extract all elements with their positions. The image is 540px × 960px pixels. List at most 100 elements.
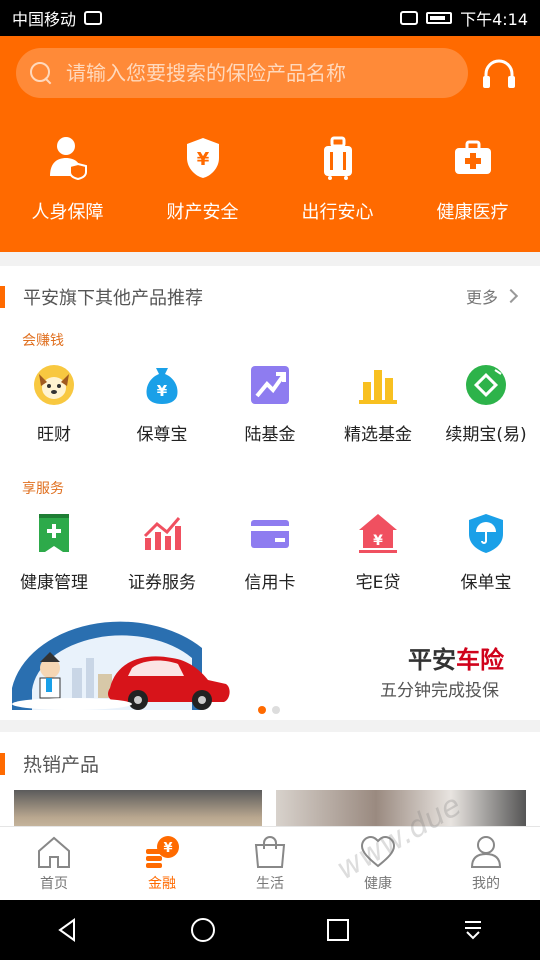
dog-icon <box>34 365 74 405</box>
health-book-icon <box>39 514 69 552</box>
subheading-service: 享服务 <box>22 481 64 497</box>
carrier-label: 中国移动 <box>12 10 77 29</box>
svg-text:¥: ¥ <box>196 149 209 170</box>
carousel-dot-active[interactable] <box>258 706 266 714</box>
umbrella-shield-icon <box>469 514 503 553</box>
home-circle-icon[interactable] <box>189 916 217 944</box>
stock-chart-icon <box>143 517 181 550</box>
service-credit-card[interactable]: 信用卡 <box>216 512 324 593</box>
tab-life[interactable]: 生活 <box>216 827 324 900</box>
service-label: 信用卡 <box>244 573 296 593</box>
product-label: 保尊宝 <box>136 425 188 445</box>
renew-icon <box>466 365 506 405</box>
hot-products-section: 热销产品 <box>0 732 540 832</box>
top-categories: 人身保障 ¥ 财产安全 出行安心 健康医疗 <box>0 136 540 224</box>
svg-text:¥: ¥ <box>157 382 168 400</box>
service-row: 健康管理 证券服务 信用卡 ¥ 宅E贷 保单宝 <box>0 512 540 593</box>
bottom-tab-bar: 首页 ¥ 金融 生活 健康 我的 <box>0 826 540 900</box>
tab-label: 我的 <box>472 875 500 892</box>
section-header: 热销产品 <box>0 750 99 777</box>
clock-label: 下午4:14 <box>460 10 528 29</box>
tab-label: 生活 <box>256 875 284 892</box>
status-bar: 中国移动 下午4:14 <box>0 0 540 36</box>
recommend-section: 平安旗下其他产品推荐 更多 会赚钱 旺财 ¥ 保尊宝 陆基金 精选基金 续期宝(… <box>0 266 540 720</box>
chart-up-icon <box>251 366 289 404</box>
service-label: 保单宝 <box>460 573 512 593</box>
heart-icon <box>360 835 396 867</box>
banner-title-highlight: 车险 <box>456 646 504 674</box>
shopping-bag-icon <box>254 835 286 868</box>
banner-illustration <box>12 621 230 710</box>
product-wangcai[interactable]: 旺财 <box>0 364 108 445</box>
product-label: 陆基金 <box>244 425 296 445</box>
section-accent <box>0 752 5 775</box>
service-home-loan[interactable]: ¥ 宅E贷 <box>324 512 432 593</box>
svg-text:¥: ¥ <box>163 841 172 856</box>
category-person[interactable]: 人身保障 <box>0 136 135 224</box>
service-health[interactable]: 健康管理 <box>0 512 108 593</box>
product-label: 续期宝(易) <box>445 425 527 445</box>
section-accent <box>0 286 5 308</box>
chevron-right-icon <box>503 288 519 304</box>
category-label: 财产安全 <box>166 202 239 223</box>
service-label: 宅E贷 <box>355 573 401 593</box>
headset-icon[interactable] <box>482 58 516 90</box>
car-insurance-banner[interactable]: 平安车险 五分钟完成投保 <box>0 618 540 718</box>
earn-row: 旺财 ¥ 保尊宝 陆基金 精选基金 续期宝(易) <box>0 364 540 445</box>
tab-me[interactable]: 我的 <box>432 827 540 900</box>
banner-title-prefix: 平安 <box>408 646 456 674</box>
service-securities[interactable]: 证券服务 <box>108 512 216 593</box>
recents-icon[interactable] <box>324 916 352 944</box>
category-label: 出行安心 <box>301 202 374 223</box>
tab-health[interactable]: 健康 <box>324 827 432 900</box>
banner-subtitle: 五分钟完成投保 <box>380 681 499 701</box>
system-nav-bar <box>0 900 540 960</box>
category-property[interactable]: ¥ 财产安全 <box>135 136 270 224</box>
money-bag-icon: ¥ <box>146 368 178 404</box>
more-link[interactable]: 更多 <box>465 284 519 308</box>
more-label: 更多 <box>465 288 498 307</box>
product-renewal[interactable]: 续期宝(易) <box>432 364 540 445</box>
carousel-dot[interactable] <box>272 706 280 714</box>
search-input[interactable] <box>66 61 446 85</box>
section-header: 平安旗下其他产品推荐 更多 <box>0 284 540 310</box>
service-label: 健康管理 <box>20 573 88 593</box>
service-policy[interactable]: 保单宝 <box>432 512 540 593</box>
bar-chart-icon <box>359 370 397 404</box>
tab-label: 金融 <box>148 875 176 892</box>
product-lufund[interactable]: 陆基金 <box>216 364 324 445</box>
banner-title: 平安车险 <box>408 640 504 675</box>
wifi-icon <box>400 11 419 25</box>
category-travel[interactable]: 出行安心 <box>270 136 405 224</box>
search-icon <box>30 62 52 84</box>
product-baozunbao[interactable]: ¥ 保尊宝 <box>108 364 216 445</box>
tab-label: 健康 <box>364 875 392 892</box>
tab-finance[interactable]: ¥ 金融 <box>108 827 216 900</box>
home-icon <box>38 836 70 868</box>
notification-pull-icon[interactable] <box>459 916 487 944</box>
section-title: 热销产品 <box>23 754 100 776</box>
yen-shield-icon: ¥ <box>186 138 219 178</box>
credit-card-icon <box>251 520 289 548</box>
notification-icon <box>84 11 103 25</box>
product-selected-fund[interactable]: 精选基金 <box>324 364 432 445</box>
subheading-earn: 会赚钱 <box>22 333 64 349</box>
product-label: 精选基金 <box>344 425 412 445</box>
carousel-indicator <box>258 706 280 714</box>
svg-text:¥: ¥ <box>373 533 383 549</box>
tab-home[interactable]: 首页 <box>0 827 108 900</box>
search-bar[interactable] <box>16 48 468 98</box>
category-health[interactable]: 健康医疗 <box>405 136 540 224</box>
back-icon[interactable] <box>54 916 82 944</box>
category-label: 健康医疗 <box>436 202 509 223</box>
header: 人身保障 ¥ 财产安全 出行安心 <box>0 36 540 252</box>
battery-icon <box>426 12 453 24</box>
product-label: 旺财 <box>37 425 71 445</box>
service-label: 证券服务 <box>128 573 196 593</box>
house-loan-icon: ¥ <box>359 514 397 553</box>
tab-label: 首页 <box>40 875 68 892</box>
section-title: 平安旗下其他产品推荐 <box>23 288 203 309</box>
category-label: 人身保障 <box>31 202 104 223</box>
luggage-icon <box>323 136 352 180</box>
finance-icon: ¥ <box>146 835 179 868</box>
